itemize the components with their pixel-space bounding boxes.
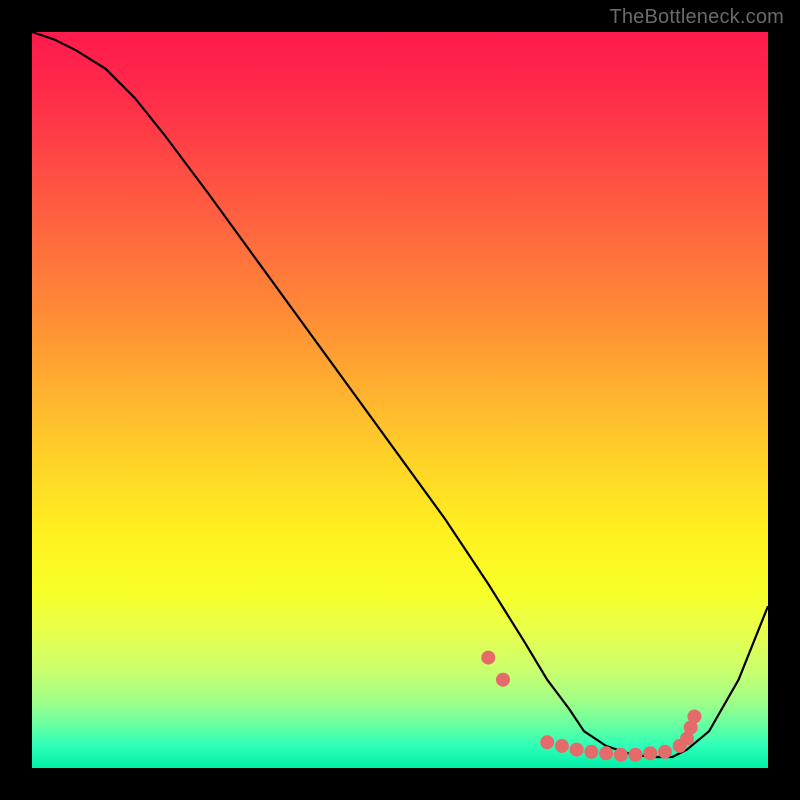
highlight-dot <box>584 745 598 759</box>
highlight-dot <box>570 743 584 757</box>
highlight-dot <box>643 746 657 760</box>
highlight-dot <box>614 748 628 762</box>
highlight-dot <box>629 748 643 762</box>
highlight-dot <box>658 745 672 759</box>
highlight-dot <box>687 710 701 724</box>
highlight-dot <box>599 746 613 760</box>
chart-plot-area <box>32 32 768 768</box>
highlight-dot <box>555 739 569 753</box>
highlight-dot <box>481 651 495 665</box>
bottleneck-curve <box>32 32 768 768</box>
attribution-text: TheBottleneck.com <box>609 6 784 29</box>
highlight-dot <box>540 735 554 749</box>
highlight-dot <box>496 673 510 687</box>
